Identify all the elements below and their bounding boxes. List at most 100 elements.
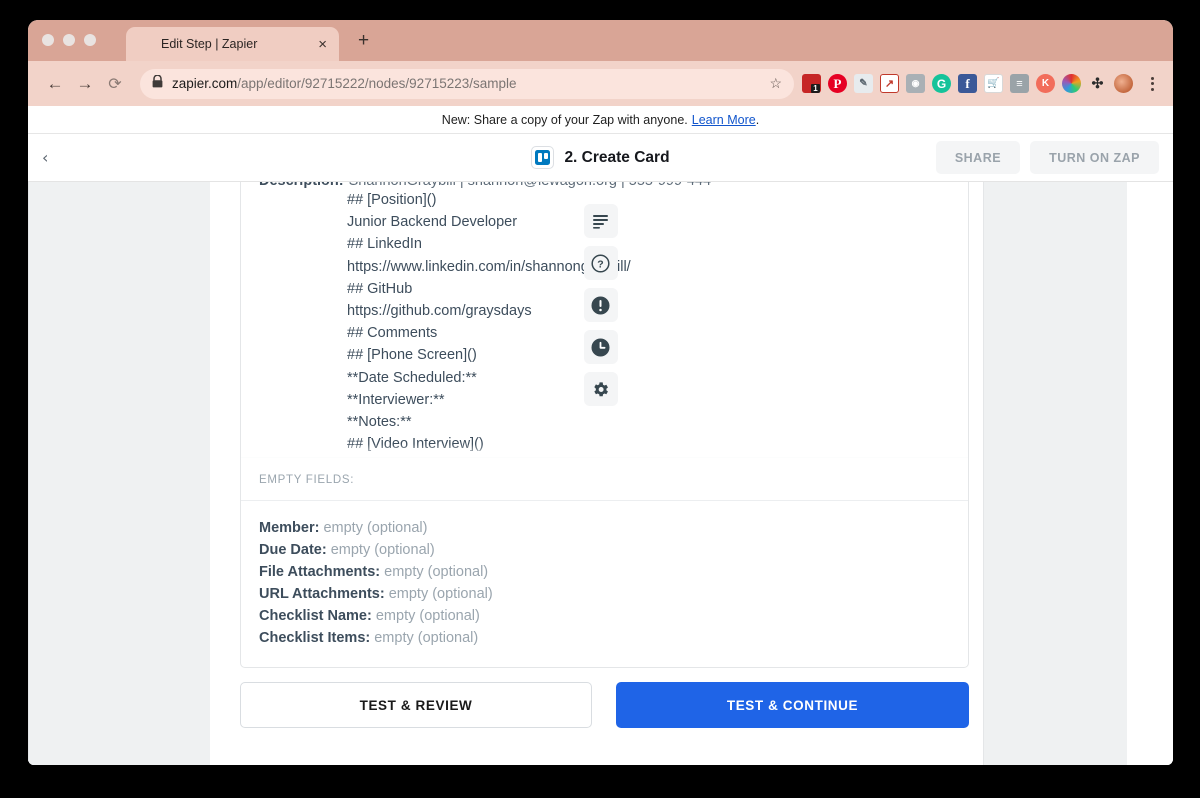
header-left-group: ‹ — [42, 146, 74, 168]
bookmark-star-icon[interactable]: ☆ — [769, 75, 782, 92]
browser-tab-title: Edit Step | Zapier — [161, 37, 258, 51]
empty-field-label: Checklist Items: — [259, 630, 371, 646]
reload-icon[interactable]: ⟳ — [100, 69, 130, 99]
trello-icon — [531, 146, 555, 169]
tools-rail-divider — [28, 182, 29, 765]
empty-field-row: Checklist Items: empty (optional) — [259, 627, 950, 649]
description-line: ## [Phone Screen]() — [347, 347, 477, 364]
empty-field-label: URL Attachments: — [259, 586, 385, 602]
empty-field-label: Due Date: — [259, 542, 327, 558]
test-and-review-button[interactable]: TEST & REVIEW — [240, 682, 592, 728]
tools-rail-icons: ? — [583, 204, 618, 406]
alert-circle-glyph — [591, 296, 610, 314]
outliner-extension-icon[interactable]: 1 — [802, 74, 821, 93]
editor-body: Description: ShannonGraybill | shannon@l… — [28, 182, 1173, 765]
zap-share-notice: New: Share a copy of your Zap with anyon… — [28, 106, 1173, 134]
empty-field-label: File Attachments: — [259, 564, 381, 580]
back-chevron-icon[interactable]: ‹ — [42, 149, 48, 166]
right-gutter — [983, 182, 1127, 765]
settings-gear-icon[interactable] — [583, 372, 618, 406]
stack-extension-icon[interactable]: ≡ — [1010, 74, 1029, 93]
learn-more-link[interactable]: Learn More — [692, 113, 756, 127]
empty-field-value: empty (optional) — [371, 608, 480, 624]
description-line: **Date Scheduled:** — [347, 369, 477, 386]
kick-extension-icon[interactable]: K — [1036, 74, 1055, 93]
zapier-logo-icon[interactable] — [53, 146, 74, 168]
empty-field-value: empty (optional) — [370, 630, 479, 646]
browser-window: Edit Step | Zapier × + ← → ⟳ zapier.com/… — [28, 20, 1173, 765]
test-and-continue-button[interactable]: TEST & CONTINUE — [616, 682, 969, 728]
lock-icon — [152, 73, 163, 93]
activity-list-icon[interactable] — [583, 204, 618, 238]
maximize-window-button[interactable] — [84, 34, 96, 46]
extensions-bar: 1 P ✎ ↗ ◉ G f 🛒 ≡ K ✣ — [802, 73, 1161, 95]
browser-tab-active[interactable]: Edit Step | Zapier × — [126, 27, 339, 61]
description-line: **Notes:** — [347, 414, 412, 431]
empty-fields-heading: EMPTY FIELDS: — [241, 457, 968, 500]
notes-extension-icon[interactable]: ✎ — [854, 74, 873, 93]
close-window-button[interactable] — [42, 34, 54, 46]
empty-field-value: empty (optional) — [319, 520, 428, 536]
step-action-buttons: TEST & REVIEW TEST & CONTINUE — [240, 682, 969, 728]
zap-editor-header: ‹ 2. Create Card SHARE TURN ON ZAP — [28, 134, 1173, 182]
description-line: https://www.linkedin.com/in/shannongrayb… — [347, 258, 631, 275]
empty-field-label: Member: — [259, 520, 320, 536]
empty-field-label: Checklist Name: — [259, 608, 372, 624]
empty-field-value: empty (optional) — [326, 542, 435, 558]
pinterest-extension-icon[interactable]: P — [828, 74, 847, 93]
colorpicker-extension-icon[interactable] — [1062, 74, 1081, 93]
back-icon[interactable]: ← — [40, 69, 70, 99]
turn-on-zap-button[interactable]: TURN ON ZAP — [1030, 141, 1159, 174]
browser-toolbar: ← → ⟳ zapier.com/app/editor/92715222/nod… — [28, 61, 1173, 106]
svg-text:?: ? — [597, 258, 603, 270]
left-gutter — [28, 182, 210, 765]
minimize-window-button[interactable] — [63, 34, 75, 46]
zapier-icon — [134, 34, 152, 52]
description-line: ## [Video Interview]() — [347, 436, 484, 453]
alert-circle-icon[interactable] — [583, 288, 618, 322]
facebook-extension-icon[interactable]: f — [958, 74, 977, 93]
url-path: /app/editor/92715222/nodes/92715223/samp… — [237, 76, 517, 91]
activity-list-glyph — [593, 214, 608, 229]
description-lines: ## [Position]() Junior Backend Developer #… — [347, 189, 950, 457]
forward-icon[interactable]: → — [70, 69, 100, 99]
header-actions: SHARE TURN ON ZAP — [935, 141, 1159, 174]
empty-field-row: Due Date: empty (optional) — [259, 539, 950, 561]
help-circle-glyph: ? — [591, 253, 610, 273]
empty-field-value: empty (optional) — [380, 564, 489, 580]
page-title: 2. Create Card — [564, 148, 670, 166]
new-tab-button[interactable]: + — [358, 31, 369, 50]
description-line: https://github.com/graysdays — [347, 303, 532, 320]
share-button[interactable]: SHARE — [935, 141, 1021, 174]
history-clock-icon[interactable] — [583, 330, 618, 364]
description-line: ## [Position]() — [347, 192, 437, 208]
url-text: zapier.com/app/editor/92715222/nodes/927… — [172, 76, 761, 91]
gutter-divider — [983, 182, 984, 765]
settings-gear-glyph — [594, 381, 608, 396]
empty-field-value: empty (optional) — [384, 586, 493, 602]
empty-fields-list: Member: empty (optional) Due Date: empty … — [241, 500, 968, 667]
description-line: Junior Backend Developer — [347, 214, 518, 231]
notice-period: . — [755, 112, 760, 127]
address-bar[interactable]: zapier.com/app/editor/92715222/nodes/927… — [140, 68, 794, 99]
empty-field-row: File Attachments: empty (optional) — [259, 561, 950, 583]
empty-field-row: Checklist Name: empty (optional) — [259, 605, 950, 627]
close-icon[interactable]: × — [316, 37, 329, 52]
window-controls — [42, 34, 96, 46]
url-domain: zapier.com — [172, 76, 238, 91]
empty-field-row: URL Attachments: empty (optional) — [259, 583, 950, 605]
help-circle-icon[interactable]: ? — [583, 246, 618, 280]
description-line: ## LinkedIn — [347, 236, 422, 253]
cart-extension-icon[interactable]: 🛒 — [984, 74, 1003, 93]
description-line: ## GitHub — [347, 280, 413, 297]
description-value: ShannonGraybill | shannon@lewagon.org | … — [349, 182, 711, 189]
chrome-menu-icon[interactable] — [1143, 73, 1161, 95]
lightshot-extension-icon[interactable]: ↗ — [880, 74, 899, 93]
history-clock-glyph — [591, 338, 610, 356]
grammarly-extension-icon[interactable]: G — [932, 74, 951, 93]
puzzle-extension-icon[interactable]: ✣ — [1088, 74, 1107, 93]
description-line: ## Comments — [347, 325, 438, 342]
tools-rail: ? — [28, 182, 1173, 765]
camera-extension-icon[interactable]: ◉ — [906, 74, 925, 93]
profile-avatar[interactable] — [1114, 74, 1133, 93]
